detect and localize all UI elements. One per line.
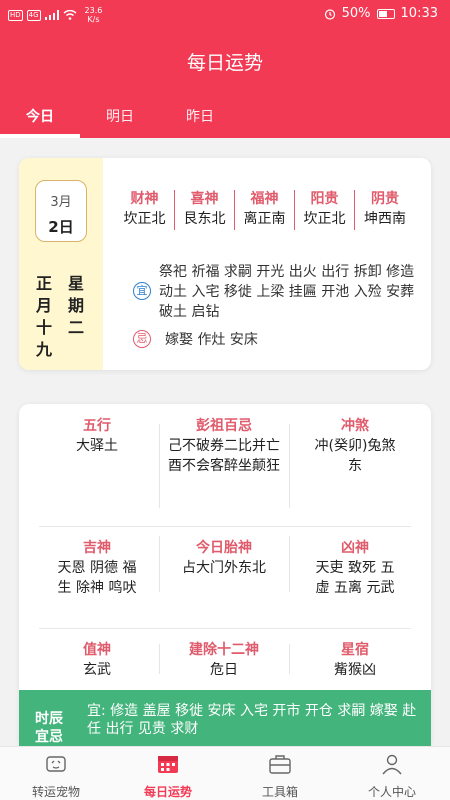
jishen-cell: 吉神 天恩 阴德 福生 除神 鸣吠 bbox=[57, 540, 137, 596]
user-icon bbox=[382, 754, 402, 775]
page-title: 每日运势 bbox=[186, 52, 263, 74]
status-bar: HD 4G 23.6 K/s 50% 10:33 bbox=[0, 0, 450, 28]
yi-badge: 宜 bbox=[133, 282, 151, 300]
hd-badge: HD bbox=[8, 9, 23, 21]
god-item: 财神 坎正北 bbox=[115, 190, 175, 230]
nav-profile[interactable]: 个人中心 bbox=[336, 747, 448, 800]
day-tabs: 今日 明日 昨日 bbox=[0, 98, 450, 138]
god-item: 福神 离正南 bbox=[235, 190, 295, 230]
xiongshen-cell: 凶神 天吏 致死 五虚 五离 元武 bbox=[315, 540, 395, 596]
bottom-nav: 转运宠物 每日运势 工具箱 个人中心 bbox=[0, 746, 450, 800]
nav-pet[interactable]: 转运宠物 bbox=[0, 747, 112, 800]
god-item: 阳贵 坎正北 bbox=[295, 190, 355, 230]
tab-yesterday[interactable]: 昨日 bbox=[186, 106, 214, 126]
toolbox-icon bbox=[269, 755, 291, 774]
month: 3月 bbox=[50, 195, 72, 210]
jianchu-cell: 建除十二神 危日 bbox=[189, 642, 259, 678]
date-column: 3月 2日 正 月 十 九 星 期 二 bbox=[19, 158, 103, 370]
date-card: 3月 2日 正 月 十 九 星 期 二 财神 坎正北 喜神 艮东北 福神 离正南… bbox=[19, 158, 431, 370]
shichen-label: 时辰宜忌 bbox=[35, 711, 63, 745]
lunar-date: 正 月 十 九 bbox=[35, 274, 52, 359]
wuxing-cell: 五行 大驿土 bbox=[76, 418, 118, 454]
god-directions: 财神 坎正北 喜神 艮东北 福神 离正南 阳贵 坎正北 阴贵 坤西南 bbox=[115, 190, 415, 230]
yi-activities: 祭祀 祈福 求嗣 开光 出火 出行 拆卸 修造 动土 入宅 移徙 上梁 挂匾 开… bbox=[159, 264, 415, 320]
shichen-text: 宜: 修造 盖屋 移徙 安床 入宅 开市 开仓 求嗣 嫁娶 赴任 出行 见贵 求… bbox=[87, 703, 417, 737]
wifi-icon bbox=[63, 10, 77, 20]
day: 2日 bbox=[48, 218, 74, 236]
calendar-icon bbox=[158, 756, 178, 773]
nav-toolbox[interactable]: 工具箱 bbox=[224, 747, 336, 800]
tab-tomorrow[interactable]: 明日 bbox=[106, 106, 134, 126]
active-tab-indicator bbox=[0, 134, 80, 138]
chongsha-cell: 冲煞 冲(癸卯)兔煞东 bbox=[314, 418, 396, 474]
god-item: 喜神 艮东北 bbox=[175, 190, 235, 230]
nav-daily-fortune[interactable]: 每日运势 bbox=[112, 747, 224, 800]
battery-icon bbox=[376, 8, 395, 19]
pet-icon bbox=[46, 756, 66, 772]
xingxiu-cell: 星宿 觜猴凶 bbox=[334, 642, 376, 678]
ji-activities: 嫁娶 作灶 安床 bbox=[165, 332, 258, 348]
pengzu-cell: 彭祖百忌 己不破券二比并亡 酉不会客醉坐颠狂 bbox=[168, 418, 280, 474]
shichen-banner[interactable]: 时辰宜忌 宜: 修造 盖屋 移徙 安床 入宅 开市 开仓 求嗣 嫁娶 赴任 出行… bbox=[19, 690, 431, 746]
network-speed: 23.6 K/s bbox=[84, 6, 103, 24]
taishen-cell: 今日胎神 占大门外东北 bbox=[182, 540, 266, 576]
tab-today[interactable]: 今日 bbox=[26, 106, 54, 126]
signal-icon bbox=[44, 10, 59, 20]
battery-percent: 50% bbox=[341, 6, 371, 21]
network-badge: 4G bbox=[26, 9, 41, 21]
solar-date: 3月 2日 bbox=[35, 180, 87, 242]
ji-badge: 忌 bbox=[133, 330, 151, 348]
zhishen-cell: 值神 玄武 bbox=[83, 642, 111, 678]
alarm-icon bbox=[324, 8, 335, 20]
god-item: 阴贵 坤西南 bbox=[364, 191, 406, 227]
weekday: 星 期 二 bbox=[67, 274, 84, 337]
app-header: 每日运势 今日 明日 昨日 bbox=[0, 28, 450, 138]
clock: 10:33 bbox=[400, 6, 438, 21]
